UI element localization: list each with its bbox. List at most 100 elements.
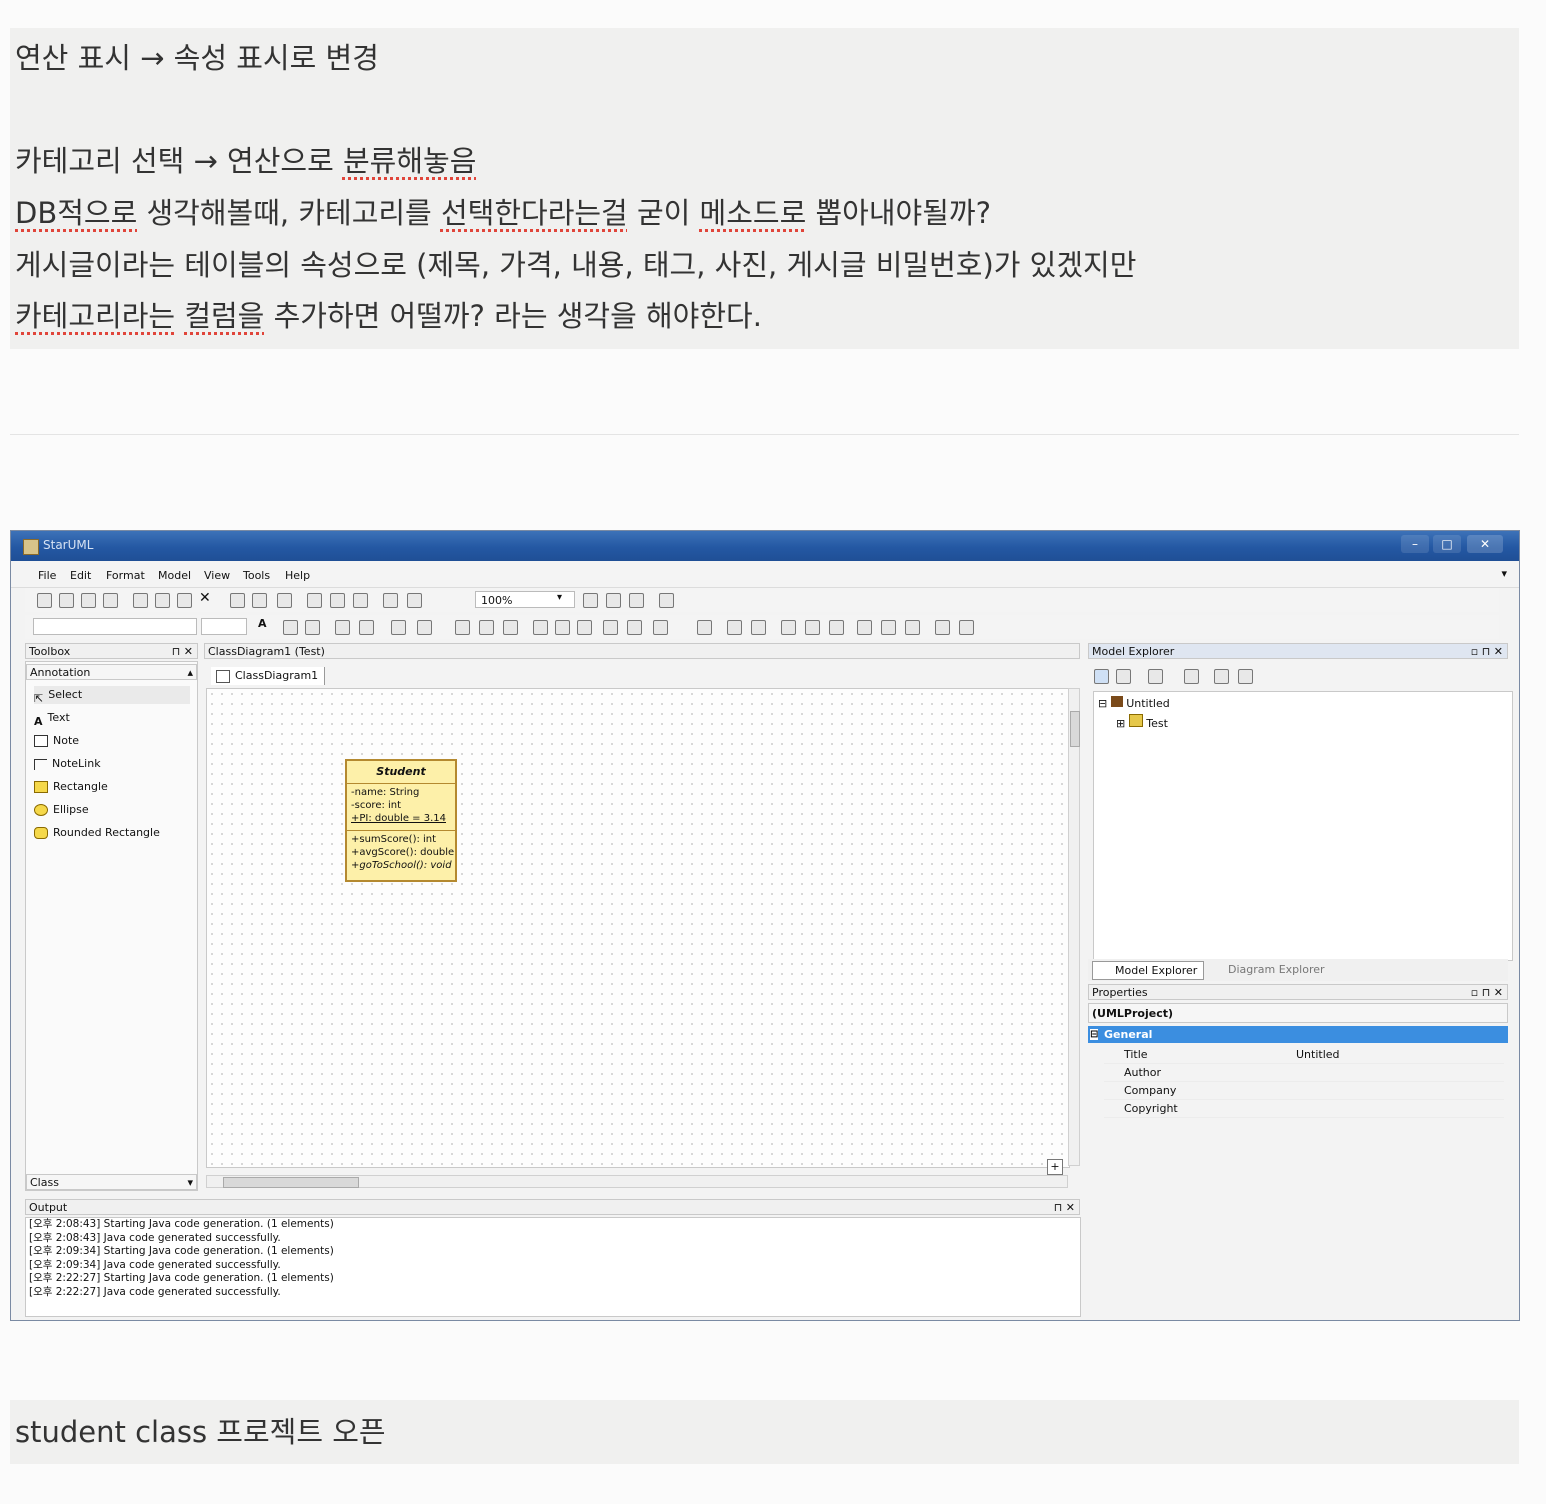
menu-file[interactable]: File: [38, 569, 56, 582]
tool-rounded-rectangle[interactable]: Rounded Rectangle: [34, 824, 160, 842]
tree-icon[interactable]: [829, 620, 844, 635]
move-up-icon[interactable]: [1214, 669, 1229, 684]
vertical-scrollbar[interactable]: [1068, 688, 1080, 1166]
close-button[interactable]: ✕: [1467, 535, 1503, 553]
more-icon[interactable]: [959, 620, 974, 635]
diagram-view-icon[interactable]: [353, 593, 368, 608]
pin-close-icons[interactable]: ⊓ ✕: [1054, 1200, 1075, 1216]
chevron-up-icon[interactable]: ▴: [187, 665, 193, 681]
menu-tools[interactable]: Tools: [243, 569, 270, 582]
add-diagram-icon[interactable]: [307, 593, 322, 608]
spellcheck-word[interactable]: 선택한다라는걸: [441, 196, 628, 230]
undo-icon[interactable]: [230, 593, 245, 608]
menu-view[interactable]: View: [204, 569, 230, 582]
save-icon[interactable]: [81, 593, 96, 608]
visibility-icon[interactable]: [627, 620, 642, 635]
spellcheck-word[interactable]: DB적으로: [15, 196, 137, 230]
fill-color-icon[interactable]: [305, 620, 320, 635]
model-tree[interactable]: ⊟ Untitled ⊞ Test: [1093, 691, 1513, 961]
scrollbar-thumb[interactable]: [1070, 711, 1080, 747]
diagram-canvas[interactable]: [206, 688, 1070, 1168]
send-back-icon[interactable]: [479, 620, 494, 635]
font-size-combo[interactable]: [201, 618, 247, 635]
print-icon[interactable]: [103, 593, 118, 608]
menu-model[interactable]: Model: [158, 569, 191, 582]
paste-style-icon[interactable]: [751, 620, 766, 635]
align-center-icon[interactable]: [391, 620, 406, 635]
spellcheck-word[interactable]: 분류해놓음: [343, 144, 476, 178]
chevron-down-icon[interactable]: ▾: [187, 1175, 193, 1191]
tab-model-explorer[interactable]: Model Explorer: [1092, 961, 1205, 980]
font-icon[interactable]: A: [258, 617, 271, 630]
sort-icon[interactable]: [1094, 669, 1109, 684]
scrollbar-thumb[interactable]: [223, 1177, 359, 1188]
property-row[interactable]: Author: [1104, 1064, 1504, 1082]
diagram-tab[interactable]: ClassDiagram1: [211, 667, 326, 685]
tool-text[interactable]: A Text: [34, 709, 70, 728]
settings-icon[interactable]: [407, 593, 422, 608]
tree-node-test[interactable]: ⊞ Test: [1116, 714, 1168, 730]
tool-note[interactable]: Note: [34, 732, 79, 750]
collaboration-icon[interactable]: [697, 620, 712, 635]
open-icon[interactable]: [59, 593, 74, 608]
spellcheck-word[interactable]: 컬럼을: [184, 299, 264, 333]
line-color-icon[interactable]: [283, 620, 298, 635]
chevron-down-icon[interactable]: ▾: [557, 592, 562, 603]
property-value[interactable]: Untitled: [1296, 1046, 1340, 1063]
horizontal-scrollbar[interactable]: [206, 1175, 1068, 1188]
zoom-in-icon[interactable]: [583, 593, 598, 608]
link-icon[interactable]: [905, 620, 920, 635]
cut-icon[interactable]: [133, 593, 148, 608]
menu-format[interactable]: Format: [106, 569, 145, 582]
filter-icon[interactable]: [1184, 669, 1199, 684]
menu-overflow-icon[interactable]: ▾: [1501, 567, 1507, 580]
diagram-icon[interactable]: [330, 593, 345, 608]
layer-icon[interactable]: [805, 620, 820, 635]
connector-icon[interactable]: [935, 620, 950, 635]
menu-edit[interactable]: Edit: [70, 569, 91, 582]
copy-icon[interactable]: [155, 593, 170, 608]
toolbox-section-class[interactable]: Class ▾: [26, 1174, 197, 1190]
operation-icon[interactable]: [555, 620, 570, 635]
property-row[interactable]: Title Untitled: [1104, 1046, 1504, 1064]
tool-select[interactable]: ⇱ Select: [34, 686, 190, 705]
package-icon[interactable]: [857, 620, 872, 635]
tool-ellipse[interactable]: Ellipse: [34, 801, 89, 819]
zoom-out-icon[interactable]: [606, 593, 621, 608]
bring-front-icon[interactable]: [455, 620, 470, 635]
paste-icon[interactable]: [177, 593, 192, 608]
stereotype-icon[interactable]: [603, 620, 618, 635]
spellcheck-word[interactable]: 카테고리라는: [15, 299, 175, 333]
property-row[interactable]: Copyright: [1104, 1100, 1504, 1118]
tree-node-root[interactable]: ⊟ Untitled: [1098, 696, 1170, 710]
window-controls-icons[interactable]: ▫ ⊓ ✕: [1471, 985, 1503, 1001]
distribute-icon[interactable]: [781, 620, 796, 635]
sort-desc-icon[interactable]: [1116, 669, 1131, 684]
suppress-icon[interactable]: [577, 620, 592, 635]
tab-diagram-explorer[interactable]: Diagram Explorer: [1206, 961, 1331, 978]
toolbox-section-annotation[interactable]: Annotation ▴: [26, 664, 197, 680]
compartment-icon[interactable]: [653, 620, 668, 635]
export-icon[interactable]: [383, 593, 398, 608]
redo-icon[interactable]: [252, 593, 267, 608]
chart-icon[interactable]: [881, 620, 896, 635]
expand-icon[interactable]: +: [1047, 1159, 1063, 1175]
add-element-icon[interactable]: [1148, 669, 1163, 684]
tool-rectangle[interactable]: Rectangle: [34, 778, 108, 796]
tool-notelink[interactable]: NoteLink: [34, 755, 101, 773]
copy-style-icon[interactable]: [727, 620, 742, 635]
minimize-button[interactable]: –: [1401, 535, 1429, 553]
align-right-icon[interactable]: [417, 620, 432, 635]
find-icon[interactable]: [277, 593, 292, 608]
expand-icon[interactable]: ⊞: [1116, 717, 1125, 730]
delete-icon[interactable]: ✕: [199, 590, 212, 606]
font-combo[interactable]: [33, 618, 197, 635]
group-icon[interactable]: [503, 620, 518, 635]
menu-help[interactable]: Help: [285, 569, 310, 582]
output-log[interactable]: [오후 2:08:43] Starting Java code generati…: [25, 1217, 1081, 1317]
align-icon[interactable]: [335, 620, 350, 635]
maximize-button[interactable]: □: [1433, 535, 1461, 553]
fit-icon[interactable]: [629, 593, 644, 608]
class-student[interactable]: Student -name: String -score: int +PI: d…: [345, 759, 457, 882]
window-controls-icons[interactable]: ▫ ⊓ ✕: [1471, 644, 1503, 660]
